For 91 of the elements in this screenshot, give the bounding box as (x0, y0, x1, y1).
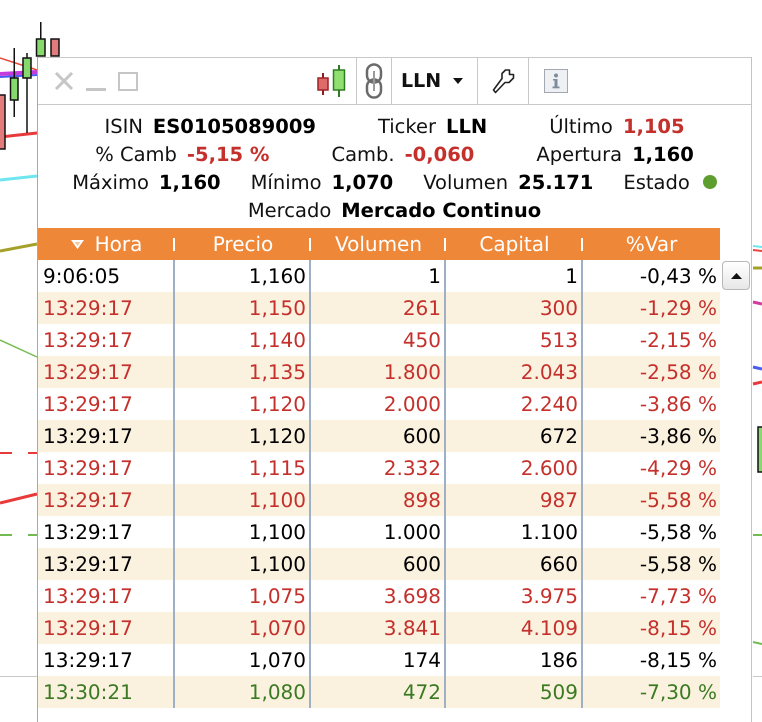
table-cell-text: -0,43 % (638, 263, 718, 290)
column-header[interactable]: Volumen (311, 228, 446, 260)
chart-line (752, 300, 762, 306)
column-header[interactable]: Precio (175, 228, 311, 260)
chart-line (753, 534, 762, 536)
table-cell-text: -3,86 % (638, 423, 718, 450)
field-label: Estado (623, 170, 690, 194)
column-header[interactable]: Hora (38, 228, 175, 260)
table-cell: 4.109 (446, 612, 583, 644)
wrench-icon[interactable] (491, 68, 516, 94)
field-value: ES0105089009 (152, 114, 316, 138)
table-cell: 13:29:17 (38, 292, 175, 324)
table-cell: 472 (311, 676, 446, 708)
table-cell: 987 (446, 484, 583, 516)
table-cell-text: -3,86 % (638, 391, 718, 418)
table-cell: 1,150 (175, 292, 311, 324)
field-label: Último (549, 114, 613, 138)
caret-icon (453, 78, 464, 84)
field-value: -5,15 % (186, 142, 270, 166)
table-cell: 2.043 (446, 356, 583, 388)
field-label: Apertura (536, 142, 622, 166)
table-cell: 261 (311, 292, 446, 324)
field-label: ISIN (104, 114, 143, 138)
field-label: Mercado (248, 198, 332, 222)
field-value: 1,160 (632, 142, 694, 166)
table-cell-text: -2,15 % (638, 327, 718, 354)
table-cell-text: -8,15 % (638, 615, 718, 642)
table-cell-text: -1,29 % (638, 295, 718, 322)
candlestick (0, 94, 6, 150)
table-cell-text: -4,29 % (638, 455, 718, 482)
chart-line (0, 492, 38, 504)
table-cell: 600 (311, 420, 446, 452)
table-cell: 13:29:17 (38, 548, 175, 580)
table-cell: 1,070 (175, 612, 311, 644)
table-cell: 1,135 (175, 356, 311, 388)
field-label: Máximo (72, 170, 149, 194)
table-cell-text: -5,58 % (638, 551, 718, 578)
field-value: Mercado Continuo (341, 198, 542, 222)
field-value: 25.171 (518, 170, 594, 194)
field-label: Ticker (378, 114, 436, 138)
table-cell: 300 (446, 292, 583, 324)
field-label: Volumen (423, 170, 508, 194)
candlestick (757, 426, 762, 473)
scroll-up-button[interactable] (722, 261, 750, 290)
candlestick (36, 22, 46, 57)
chart-line (0, 174, 38, 182)
table-cell: 1,100 (175, 484, 311, 516)
column-header[interactable]: %Var (583, 228, 720, 260)
field-value: 1,160 (158, 170, 221, 194)
field-value: 1,070 (332, 170, 394, 194)
field-label: Camb. (331, 142, 395, 166)
table-cell: 13:29:17 (38, 612, 175, 644)
chart-line (0, 339, 38, 358)
table-cell-text: -5,58 % (638, 519, 718, 546)
candlestick (10, 48, 19, 117)
column-header[interactable]: Capital (446, 228, 583, 260)
table-cell-text: -5,58 % (638, 487, 718, 514)
table-cell: 898 (311, 484, 446, 516)
table-cell: 13:29:17 (38, 420, 175, 452)
table-cell-text: -8,15 % (638, 647, 718, 674)
chart-line (752, 641, 762, 645)
chart-line (0, 242, 38, 252)
table-cell: 1.800 (311, 356, 446, 388)
table-cell-text: -7,30 % (638, 679, 718, 706)
field-value: 1,105 (622, 114, 685, 138)
table-cell: 600 (311, 548, 446, 580)
up-arrow-icon (730, 272, 742, 278)
table-cell-text: -2,58 % (638, 359, 718, 386)
table-cell: 13:29:17 (38, 484, 175, 516)
table-cell-text: -7,73 % (638, 583, 718, 610)
chart-line (752, 380, 762, 386)
field-label: % Camb (95, 142, 177, 166)
chart-line (753, 266, 762, 270)
field-value: LLN (446, 114, 488, 138)
candlestick-icon[interactable] (317, 64, 347, 98)
chain-link-icon[interactable] (365, 63, 383, 99)
candlestick (50, 38, 60, 57)
table-cell: 1,080 (175, 676, 311, 708)
chart-line (752, 366, 762, 370)
field-value: -0,060 (404, 142, 474, 166)
field-label: Mínimo (250, 170, 322, 194)
table-cell: 13:29:17 (38, 356, 175, 388)
table-cell: 1,100 (175, 548, 311, 580)
table-cell: 13:30:21 (38, 676, 175, 708)
table-cell: 509 (446, 676, 583, 708)
table-cell: 672 (446, 420, 583, 452)
info-icon[interactable] (544, 69, 568, 93)
ticker-dropdown[interactable]: LLN (392, 58, 478, 104)
table-cell: 1,120 (175, 420, 311, 452)
table-cell: 660 (446, 548, 583, 580)
table-cell: 3.841 (311, 612, 446, 644)
